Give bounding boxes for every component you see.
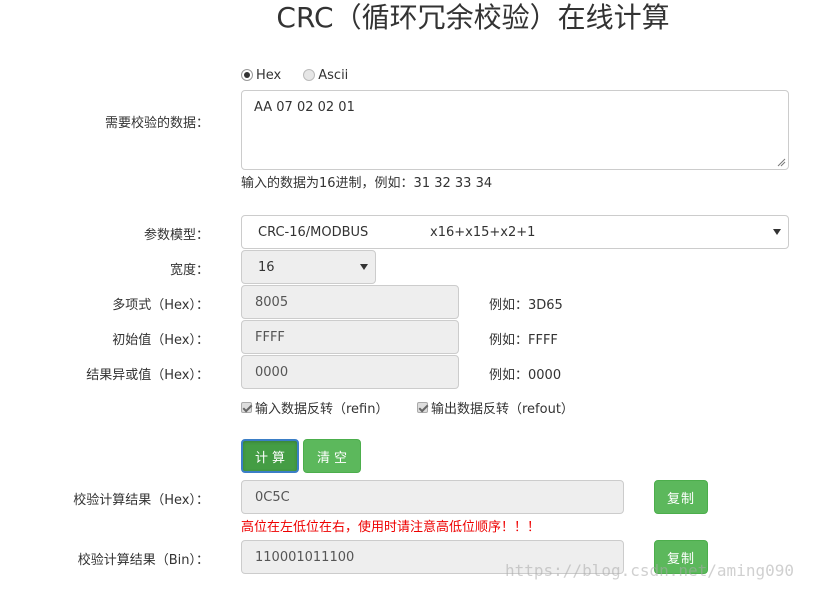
model-name: CRC-16/MODBUS	[258, 224, 369, 240]
chevron-down-icon	[360, 264, 368, 270]
poly-example: 例如：3D65	[489, 298, 563, 313]
copy-hex-button[interactable]: 复制	[654, 480, 708, 514]
chevron-down-icon	[773, 229, 781, 235]
poly-value: 8005	[255, 294, 289, 310]
xorout-value: 0000	[255, 364, 289, 380]
watermark: https://blog.csdn.net/aming090	[505, 561, 794, 580]
ascii-radio[interactable]	[303, 69, 316, 81]
poly-label: 多项式（Hex）：	[112, 298, 209, 313]
data-textarea-value: AA 07 02 02 01	[254, 100, 355, 115]
resize-grip-icon[interactable]	[776, 157, 786, 167]
hex-radio[interactable]	[241, 69, 253, 81]
page-title: CRC（循环冗余校验）在线计算	[276, 1, 670, 34]
refout-row: 输出数据反转（refout）	[417, 398, 574, 417]
input-mode-group: Hex Ascii	[241, 66, 370, 84]
width-select[interactable]: 16	[241, 250, 376, 284]
width-label: 宽度：	[169, 263, 209, 278]
result-hex-input[interactable]: 0C5C	[241, 480, 624, 514]
result-hex-label: 校验计算结果（Hex）：	[73, 493, 209, 508]
poly-input[interactable]: 8005	[241, 285, 459, 319]
refin-label[interactable]: 输入数据反转（refin）	[255, 398, 389, 417]
clear-button[interactable]: 清空	[303, 439, 361, 473]
xorout-label: 结果异或值（Hex）：	[86, 368, 209, 383]
ascii-radio-label[interactable]: Ascii	[318, 68, 348, 83]
model-label: 参数模型：	[143, 228, 209, 243]
model-select[interactable]: CRC-16/MODBUS x16+x15+x2+1	[241, 215, 789, 249]
data-hint: 输入的数据为16进制，例如：31 32 33 34	[241, 176, 493, 191]
result-hex-value: 0C5C	[255, 489, 290, 505]
xorout-input[interactable]: 0000	[241, 355, 459, 389]
refout-checkbox[interactable]	[417, 401, 428, 413]
data-textarea[interactable]: AA 07 02 02 01	[241, 90, 789, 170]
xorout-example: 例如：0000	[489, 368, 562, 383]
calculate-button[interactable]: 计算	[241, 439, 299, 473]
refin-row: 输入数据反转（refin）	[241, 398, 389, 417]
init-value: FFFF	[255, 329, 285, 345]
result-bin-value: 110001011100	[255, 549, 355, 565]
result-bin-label: 校验计算结果（Bin）：	[77, 553, 209, 568]
hex-radio-label[interactable]: Hex	[256, 68, 281, 83]
width-value: 16	[258, 259, 275, 275]
refout-label[interactable]: 输出数据反转（refout）	[431, 398, 574, 417]
refin-checkbox[interactable]	[241, 401, 252, 413]
data-field-label: 需要校验的数据：	[104, 116, 209, 131]
init-label: 初始值（Hex）：	[112, 333, 209, 348]
model-poly: x16+x15+x2+1	[430, 224, 536, 240]
init-example: 例如：FFFF	[489, 333, 558, 348]
order-warning: 高位在左低位在右，使用时请注意高低位顺序！！！	[241, 520, 541, 535]
init-input[interactable]: FFFF	[241, 320, 459, 354]
